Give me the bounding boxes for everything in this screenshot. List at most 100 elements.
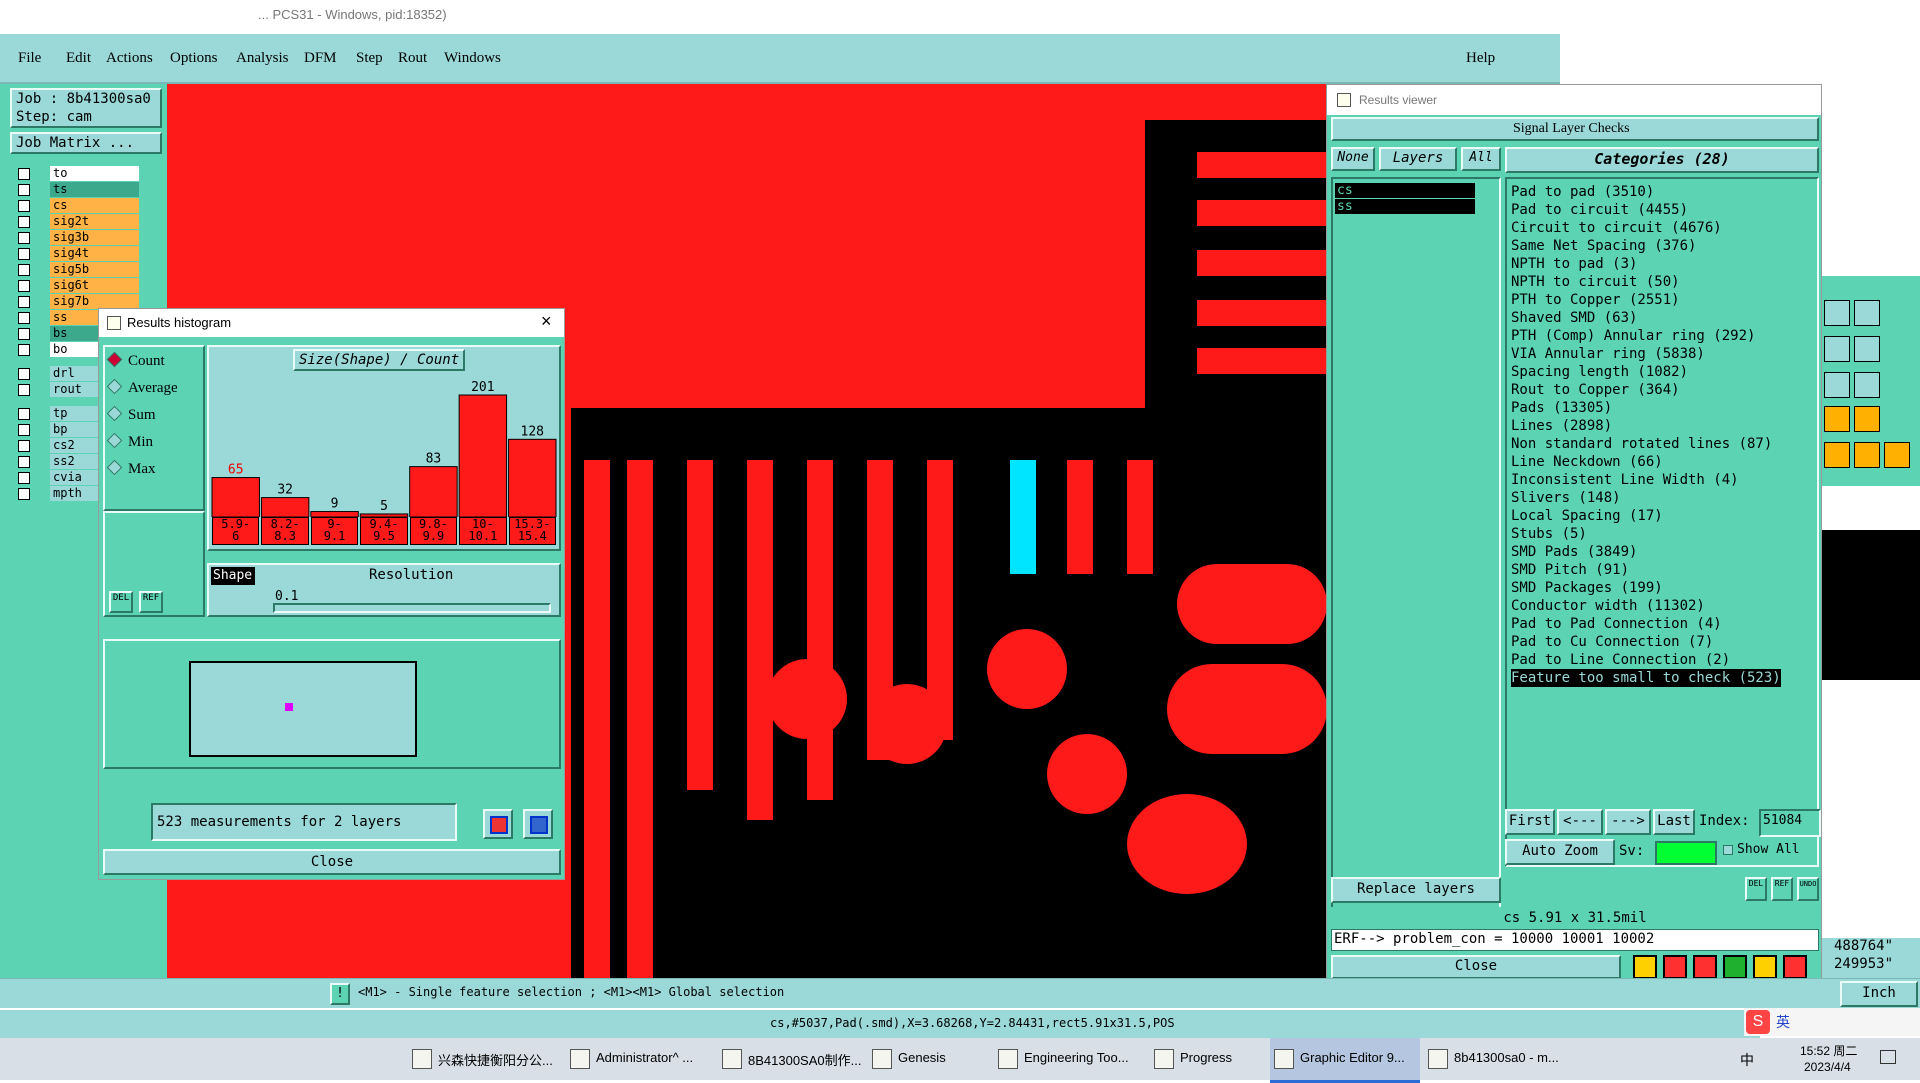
chart-icon[interactable]	[1783, 955, 1807, 979]
category-item[interactable]: Pads (13305)	[1511, 399, 1612, 417]
sogou-icon[interactable]: S	[1746, 1010, 1770, 1034]
ref-button[interactable]: REF	[1771, 877, 1793, 901]
layer-checkbox[interactable]	[18, 328, 30, 340]
histogram-close-button[interactable]: Close	[103, 849, 561, 875]
layer-checkbox[interactable]	[18, 248, 30, 260]
undo-button[interactable]: UNDO	[1797, 877, 1819, 901]
ref-button[interactable]: REF	[139, 591, 163, 613]
tool-icon[interactable]	[1824, 442, 1850, 468]
job-matrix-button[interactable]: Job Matrix ...	[10, 132, 162, 154]
results-layer-item[interactable]: ss	[1335, 199, 1475, 214]
layer-checkbox[interactable]	[18, 488, 30, 500]
bin-label[interactable]: 10- 10.1	[459, 517, 507, 545]
menu-actions[interactable]: Actions	[106, 50, 153, 67]
category-item[interactable]: Feature too small to check (523)	[1511, 669, 1781, 687]
layer-checkbox[interactable]	[18, 368, 30, 380]
first-button[interactable]: First	[1505, 809, 1555, 835]
category-item[interactable]: Non standard rotated lines (87)	[1511, 435, 1772, 453]
layer-row[interactable]: to	[14, 166, 139, 182]
taskbar-item[interactable]: 8B41300SA0制作...	[718, 1038, 864, 1080]
zoom-fit-button[interactable]	[483, 809, 513, 839]
category-item[interactable]: NPTH to pad (3)	[1511, 255, 1637, 273]
menu-windows[interactable]: Windows	[444, 50, 501, 67]
category-item[interactable]: Pad to circuit (4455)	[1511, 201, 1688, 219]
bin-label[interactable]: 9.8- 9.9	[409, 517, 458, 545]
menu-analysis[interactable]: Analysis	[236, 50, 289, 67]
layer-row[interactable]: sig5b	[14, 262, 139, 278]
category-item[interactable]: Local Spacing (17)	[1511, 507, 1663, 525]
layer-checkbox[interactable]	[18, 216, 30, 228]
category-item[interactable]: Spacing length (1082)	[1511, 363, 1688, 381]
menu-dfm[interactable]: DFM	[304, 50, 337, 67]
tool-icon[interactable]	[1854, 336, 1880, 362]
layer-checkbox[interactable]	[18, 384, 30, 396]
next-button[interactable]: --->	[1605, 809, 1651, 835]
layer-checkbox[interactable]	[18, 264, 30, 276]
delete-icon[interactable]	[1663, 955, 1687, 979]
category-item[interactable]: SMD Pitch (91)	[1511, 561, 1629, 579]
category-item[interactable]: Conductor width (11302)	[1511, 597, 1705, 615]
histogram-bar[interactable]	[260, 497, 310, 517]
layer-checkbox[interactable]	[18, 424, 30, 436]
option-count[interactable]: Count	[106, 351, 165, 373]
category-item[interactable]: Shaved SMD (63)	[1511, 309, 1637, 327]
radio-icon[interactable]	[106, 432, 123, 449]
layer-row[interactable]: sig4t	[14, 246, 139, 262]
taskbar-item[interactable]: 8b41300sa0 - m...	[1424, 1038, 1580, 1080]
category-item[interactable]: Pad to Cu Connection (7)	[1511, 633, 1713, 651]
zoom-area-button[interactable]	[523, 809, 553, 839]
layer-name[interactable]: sig7b	[50, 294, 139, 309]
taskbar-item[interactable]: Genesis	[868, 1038, 990, 1080]
results-layer-item[interactable]: cs	[1335, 183, 1475, 198]
layer-checkbox[interactable]	[18, 280, 30, 292]
category-item[interactable]: NPTH to circuit (50)	[1511, 273, 1680, 291]
category-item[interactable]: Slivers (148)	[1511, 489, 1621, 507]
sv-indicator[interactable]	[1655, 841, 1717, 865]
tool-icon[interactable]	[1824, 300, 1850, 326]
message-icon[interactable]: !	[330, 983, 350, 1005]
radio-selected-icon[interactable]	[106, 351, 123, 368]
layer-name[interactable]: sig2t	[50, 214, 139, 229]
layer-checkbox[interactable]	[18, 440, 30, 452]
layer-name[interactable]: cs	[50, 198, 139, 213]
radio-icon[interactable]	[106, 405, 123, 422]
option-sum[interactable]: Sum	[106, 405, 156, 427]
previous-button[interactable]: <---	[1557, 809, 1603, 835]
menu-edit[interactable]: Edit	[66, 50, 91, 67]
category-item[interactable]: Stubs (5)	[1511, 525, 1587, 543]
layer-name[interactable]: sig6t	[50, 278, 139, 293]
layer-checkbox[interactable]	[18, 456, 30, 468]
category-item[interactable]: PTH (Comp) Annular ring (292)	[1511, 327, 1755, 345]
category-item[interactable]: SMD Packages (199)	[1511, 579, 1663, 597]
tool-icon[interactable]	[1854, 442, 1880, 468]
close-icon[interactable]: ×	[541, 311, 552, 332]
none-button[interactable]: None	[1331, 147, 1375, 171]
layer-name[interactable]: sig5b	[50, 262, 139, 277]
menu-options[interactable]: Options	[170, 50, 218, 67]
bin-label[interactable]: 5.9- 6	[212, 517, 260, 545]
category-item[interactable]: Inconsistent Line Width (4)	[1511, 471, 1739, 489]
ime-lang[interactable]: 英	[1776, 1012, 1790, 1032]
menu-rout[interactable]: Rout	[398, 50, 427, 67]
radio-icon[interactable]	[106, 459, 123, 476]
tool-icon[interactable]	[1824, 372, 1850, 398]
layer-row[interactable]: ts	[14, 182, 139, 198]
option-average[interactable]: Average	[106, 378, 178, 400]
tool-icon[interactable]	[1854, 406, 1880, 432]
layer-row[interactable]: sig2t	[14, 214, 139, 230]
radio-icon[interactable]	[106, 378, 123, 395]
tool-icon[interactable]	[1854, 372, 1880, 398]
layer-checkbox[interactable]	[18, 312, 30, 324]
bin-label[interactable]: 15.3- 15.4	[508, 517, 556, 545]
layers-button[interactable]: Layers	[1379, 147, 1457, 171]
layer-checkbox[interactable]	[18, 200, 30, 212]
taskbar-item[interactable]: Progress	[1150, 1038, 1266, 1080]
menu-file[interactable]: File	[18, 50, 41, 67]
replace-layers-button[interactable]: Replace layers	[1331, 877, 1501, 903]
highlighted-pad[interactable]	[1010, 460, 1036, 574]
report-icon[interactable]	[1753, 955, 1777, 979]
del-button[interactable]: DEL	[1745, 877, 1767, 901]
category-item[interactable]: PTH to Copper (2551)	[1511, 291, 1680, 309]
bin-label[interactable]: 9- 9.1	[310, 517, 359, 545]
menu-step[interactable]: Step	[356, 50, 383, 67]
